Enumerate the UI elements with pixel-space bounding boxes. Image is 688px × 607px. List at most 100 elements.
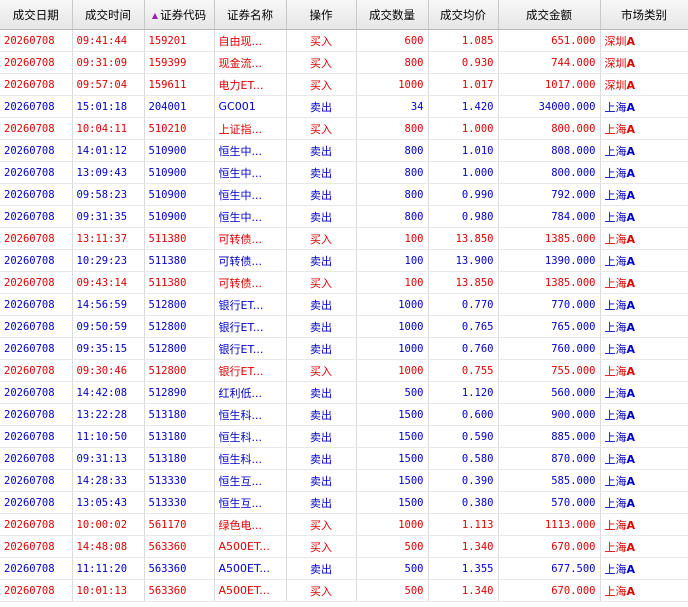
table-row[interactable]: 20260708 10:00:02 561170 绿色电... 买入 1000 1.113 1… <box>0 513 688 536</box>
market-suffix: A <box>626 584 636 598</box>
market-name: 上海 <box>604 408 627 422</box>
table-row[interactable]: 20260708 09:57:04 159611 电力ET... 买入 1000 1.017… <box>0 73 688 96</box>
cell-security-code: 510210 <box>144 117 215 140</box>
table-row[interactable]: 20260708 10:04:11 510210 上证指... 买入 800 1.000 80… <box>0 117 688 140</box>
table-row[interactable]: 20260708 10:01:13 563360 A500ET... 买入 500 1.34… <box>0 579 688 602</box>
table-row[interactable]: 20260708 09:50:59 512800 银行ET... 卖出 1000 0.765… <box>0 315 688 338</box>
table-row[interactable]: 20260708 15:01:18 204001 GC001 卖出 34 1.420 3400… <box>0 95 688 118</box>
cell-trade-time: 13:22:28 <box>72 403 145 426</box>
table-row[interactable]: 20260708 09:31:09 159399 现金流... 买入 800 0.930 74… <box>0 51 688 74</box>
table-row[interactable]: 20260708 14:48:08 563360 A500ET... 买入 500 1.34… <box>0 535 688 558</box>
market-suffix: A <box>626 166 636 180</box>
cell-action: 卖出 <box>286 447 357 470</box>
col-header-trade-time[interactable]: 成交时间 <box>72 0 145 30</box>
col-header-security-name[interactable]: 证券名称 <box>214 0 287 30</box>
header-row: 成交日期 成交时间 ▲ 证券代码 证券名称 操作 成交数量 成交均价 成交金额 市… <box>0 0 688 30</box>
cell-quantity: 1000 <box>356 315 429 338</box>
table-row[interactable]: 20260708 14:01:12 510900 恒生中... 卖出 800 1.010 80… <box>0 139 688 162</box>
table-row[interactable]: 20260708 13:11:37 511380 可转债... 买入 100 13.850 1… <box>0 227 688 250</box>
cell-security-code: 510900 <box>144 183 215 206</box>
col-header-avg-price[interactable]: 成交均价 <box>428 0 499 30</box>
col-header-trade-date[interactable]: 成交日期 <box>0 0 73 30</box>
cell-security-name: 可转债... <box>214 227 287 250</box>
market-name: 上海 <box>604 452 627 466</box>
table-row[interactable]: 20260708 09:41:44 159201 自由现... 买入 600 1.085 65… <box>0 29 688 52</box>
table-row[interactable]: 20260708 09:31:13 513180 恒生科... 卖出 1500 0.580 8… <box>0 447 688 470</box>
col-header-amount[interactable]: 成交金额 <box>498 0 601 30</box>
market-name: 上海 <box>604 122 627 136</box>
market-name: 上海 <box>604 584 627 598</box>
market-suffix: A <box>626 232 636 246</box>
cell-market: 深圳A <box>600 51 688 74</box>
cell-quantity: 1000 <box>356 359 429 382</box>
table-row[interactable]: 20260708 10:29:23 511380 可转债... 卖出 100 13.900 1… <box>0 249 688 272</box>
cell-trade-time: 14:48:08 <box>72 535 145 558</box>
table-row[interactable]: 20260708 13:22:28 513180 恒生科... 卖出 1500 0.600 9… <box>0 403 688 426</box>
market-name: 上海 <box>604 188 627 202</box>
cell-security-name: 红利低... <box>214 381 287 404</box>
cell-amount: 677.500 <box>498 557 601 580</box>
cell-action: 卖出 <box>286 249 357 272</box>
cell-security-name: 银行ET... <box>214 315 287 338</box>
cell-quantity: 34 <box>356 95 429 118</box>
col-header-action[interactable]: 操作 <box>286 0 357 30</box>
table-row[interactable]: 20260708 13:09:43 510900 恒生中... 卖出 800 1.000 80… <box>0 161 688 184</box>
table-row[interactable]: 20260708 14:42:08 512890 红利低... 卖出 500 1.120 56… <box>0 381 688 404</box>
cell-action: 买入 <box>286 29 357 52</box>
cell-trade-time: 13:11:37 <box>72 227 145 250</box>
table-row[interactable]: 20260708 09:35:15 512800 银行ET... 卖出 1000 0.760… <box>0 337 688 360</box>
cell-action: 买入 <box>286 51 357 74</box>
cell-quantity: 600 <box>356 29 429 52</box>
cell-market: 上海A <box>600 337 688 360</box>
market-name: 上海 <box>604 232 627 246</box>
cell-security-name: 现金流... <box>214 51 287 74</box>
cell-avg-price: 1.010 <box>428 139 499 162</box>
cell-quantity: 100 <box>356 271 429 294</box>
cell-amount: 760.000 <box>498 337 601 360</box>
col-header-security-code[interactable]: ▲ 证券代码 <box>144 0 215 30</box>
cell-security-name: 电力ET... <box>214 73 287 96</box>
table-row[interactable]: 20260708 11:10:50 513180 恒生科... 卖出 1500 0.590 8… <box>0 425 688 448</box>
cell-action: 卖出 <box>286 557 357 580</box>
cell-market: 上海A <box>600 271 688 294</box>
cell-action: 买入 <box>286 271 357 294</box>
cell-trade-time: 15:01:18 <box>72 95 145 118</box>
cell-security-code: 512890 <box>144 381 215 404</box>
market-name: 上海 <box>604 210 627 224</box>
table-row[interactable]: 20260708 13:05:43 513330 恒生互... 卖出 1500 0.380 5… <box>0 491 688 514</box>
cell-action: 卖出 <box>286 205 357 228</box>
cell-security-name: 恒生中... <box>214 205 287 228</box>
cell-security-code: 513180 <box>144 447 215 470</box>
cell-security-code: 563360 <box>144 579 215 602</box>
table-row[interactable]: 20260708 14:56:59 512800 银行ET... 卖出 1000 0.770… <box>0 293 688 316</box>
table-row[interactable]: 20260708 09:58:23 510900 恒生中... 卖出 800 0.990 79… <box>0 183 688 206</box>
market-name: 上海 <box>604 540 627 554</box>
cell-amount: 800.000 <box>498 161 601 184</box>
table-row[interactable]: 20260708 09:30:46 512800 银行ET... 买入 1000 0.755… <box>0 359 688 382</box>
table-row[interactable]: 20260708 09:43:14 511380 可转债... 买入 100 13.850 1… <box>0 271 688 294</box>
cell-quantity: 100 <box>356 249 429 272</box>
cell-security-code: 510900 <box>144 139 215 162</box>
table-row[interactable]: 20260708 14:28:33 513330 恒生互... 卖出 1500 0.390 5… <box>0 469 688 492</box>
table-row[interactable]: 20260708 09:31:35 510900 恒生中... 卖出 800 0.980 78… <box>0 205 688 228</box>
market-suffix: A <box>626 408 636 422</box>
col-header-market[interactable]: 市场类别 <box>600 0 688 30</box>
cell-security-name: 恒生互... <box>214 469 287 492</box>
cell-action: 卖出 <box>286 469 357 492</box>
cell-avg-price: 1.000 <box>428 161 499 184</box>
cell-avg-price: 0.765 <box>428 315 499 338</box>
cell-trade-time: 10:04:11 <box>72 117 145 140</box>
cell-trade-date: 20260708 <box>0 51 73 74</box>
cell-market: 上海A <box>600 359 688 382</box>
cell-avg-price: 1.017 <box>428 73 499 96</box>
cell-avg-price: 1.120 <box>428 381 499 404</box>
cell-avg-price: 1.355 <box>428 557 499 580</box>
col-header-quantity[interactable]: 成交数量 <box>356 0 429 30</box>
cell-market: 上海A <box>600 447 688 470</box>
market-suffix: A <box>626 298 636 312</box>
cell-security-name: 恒生中... <box>214 183 287 206</box>
cell-trade-time: 13:09:43 <box>72 161 145 184</box>
cell-amount: 765.000 <box>498 315 601 338</box>
table-row[interactable]: 20260708 11:11:20 563360 A500ET... 卖出 500 1.35… <box>0 557 688 580</box>
cell-market: 上海A <box>600 183 688 206</box>
